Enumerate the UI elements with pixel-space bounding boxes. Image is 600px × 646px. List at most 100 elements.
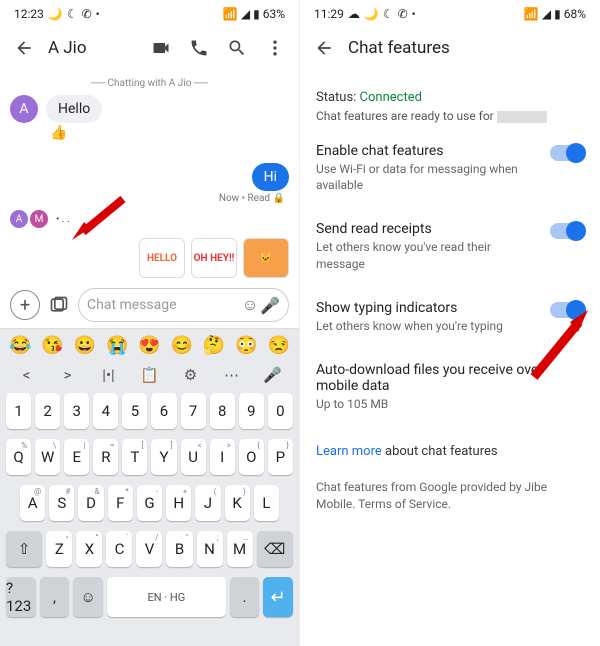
comma-key[interactable]: ,	[40, 577, 70, 617]
message-reaction[interactable]: 👍	[50, 125, 289, 141]
key-U[interactable]: U<	[181, 439, 206, 475]
chat-title: A Jio	[48, 38, 137, 58]
toggle-switch[interactable]	[550, 302, 584, 318]
keyboard-tool[interactable]: ⋯	[219, 366, 245, 384]
key-C[interactable]: C`	[106, 531, 132, 567]
key-I[interactable]: I>	[210, 439, 235, 475]
mic-button[interactable]: 🎤	[260, 296, 280, 315]
compose-bar: + Chat message ☺ 🎤	[0, 282, 299, 328]
emoji-suggestion[interactable]: 😭	[106, 335, 128, 356]
key-A[interactable]: A@	[20, 485, 45, 521]
back-button[interactable]	[310, 34, 338, 62]
emoji-suggestion[interactable]: 🤔	[203, 335, 225, 356]
key-H[interactable]: H+	[166, 485, 191, 521]
key-T[interactable]: T[	[122, 439, 147, 475]
learn-more-line: Learn more about chat features	[316, 444, 584, 459]
key-8[interactable]: 8	[210, 393, 235, 429]
voice-call-button[interactable]	[185, 34, 213, 62]
messages-chat-pane: 12:23 🌙 ☾ ✆ • 📶 ◢ ▮ 63% A Jio	[0, 0, 300, 646]
gallery-button[interactable]	[46, 292, 72, 318]
toggle-switch[interactable]	[550, 145, 584, 161]
setting-auto-download[interactable]: Auto-download files you receive over mob…	[316, 348, 584, 426]
video-call-button[interactable]	[147, 34, 175, 62]
key-0[interactable]: 0	[268, 393, 293, 429]
chat-header: A Jio	[0, 24, 299, 72]
symbols-key[interactable]: ?123	[6, 577, 36, 617]
key-9[interactable]: 9	[239, 393, 264, 429]
emoji-suggestion[interactable]: 😳	[235, 335, 257, 356]
emoji-suggestion[interactable]: 😊	[171, 335, 193, 356]
emoji-suggestion[interactable]: 😒	[268, 335, 290, 356]
moon-icon: 🌙	[364, 7, 379, 21]
number-row: 1234567890	[0, 388, 299, 434]
key-B[interactable]: B"	[166, 531, 192, 567]
key-V[interactable]: V/	[136, 531, 162, 567]
key-J[interactable]: J(	[195, 485, 220, 521]
keyboard-tool[interactable]: 📋	[137, 366, 163, 384]
keyboard-tool[interactable]: |•|	[96, 366, 122, 384]
toggle-switch[interactable]	[550, 223, 584, 239]
keyboard-tool[interactable]: <	[14, 366, 40, 384]
key-L[interactable]: L	[254, 485, 279, 521]
key-4[interactable]: 4	[93, 393, 118, 429]
key-P[interactable]: P}	[268, 439, 293, 475]
outgoing-bubble[interactable]: Hi	[252, 163, 289, 191]
key-O[interactable]: O{	[239, 439, 264, 475]
key-N[interactable]: N;	[197, 531, 223, 567]
key-F[interactable]: F*	[108, 485, 133, 521]
emoji-suggestion[interactable]: 😍	[138, 335, 160, 356]
keyboard-tool[interactable]: 🎤	[260, 366, 286, 384]
key-5[interactable]: 5	[122, 393, 147, 429]
key-K[interactable]: K)	[225, 485, 250, 521]
battery-text: 68%	[564, 7, 586, 21]
key-G[interactable]: G-	[137, 485, 162, 521]
shift-key[interactable]: ⇧	[6, 531, 42, 567]
key-1[interactable]: 1	[6, 393, 31, 429]
emoji-suggestion[interactable]: 😀	[74, 335, 96, 356]
keyboard-tool[interactable]: ⚙	[178, 366, 204, 384]
chat-scroll-area[interactable]: ── Chatting with A Jio ── A Hello 👍 Hi N…	[0, 72, 299, 232]
emoji-suggestion[interactable]: 😘	[41, 335, 63, 356]
enter-key[interactable]: ↵	[263, 577, 293, 617]
emoji-key[interactable]: ☺	[73, 577, 103, 617]
key-M[interactable]: M…	[227, 531, 253, 567]
setting-read-receipts[interactable]: Send read receipts Let others know you'v…	[316, 207, 584, 285]
keyboard-tool[interactable]: >	[55, 366, 81, 384]
typing-dots-icon: •․․	[56, 214, 72, 225]
overflow-menu-button[interactable]	[261, 34, 289, 62]
setting-subtitle: Up to 105 MB	[316, 396, 578, 412]
key-W[interactable]: W\	[35, 439, 60, 475]
attach-button[interactable]: +	[10, 290, 40, 320]
key-Z[interactable]: Z•	[46, 531, 72, 567]
settings-scroll-area[interactable]: Status: Connected Chat features are read…	[300, 72, 600, 521]
emoji-button[interactable]: ☺	[240, 295, 260, 315]
setting-typing-indicators[interactable]: Show typing indicators Let others know w…	[316, 286, 584, 348]
key-S[interactable]: S#	[49, 485, 74, 521]
back-button[interactable]	[10, 34, 38, 62]
carrier-icon: ✆	[82, 7, 92, 21]
backspace-key[interactable]: ⌫	[257, 531, 293, 567]
key-R[interactable]: R=	[93, 439, 118, 475]
sticker-item[interactable]: 🐱	[243, 238, 289, 278]
key-3[interactable]: 3	[64, 393, 89, 429]
sticker-item[interactable]: OH HEY!!	[191, 238, 237, 278]
key-7[interactable]: 7	[181, 393, 206, 429]
key-Q[interactable]: Q%	[6, 439, 31, 475]
emoji-suggestion[interactable]: 😂	[9, 335, 31, 356]
key-X[interactable]: X°	[76, 531, 102, 567]
period-key[interactable]: .	[230, 577, 260, 617]
key-E[interactable]: E|	[64, 439, 89, 475]
key-6[interactable]: 6	[151, 393, 176, 429]
learn-more-link[interactable]: Learn more	[316, 444, 382, 459]
key-2[interactable]: 2	[35, 393, 60, 429]
key-D[interactable]: D&	[78, 485, 103, 521]
key-Y[interactable]: Y]	[151, 439, 176, 475]
emoji-suggestion-row: 😂 😘 😀 😭 😍 😊 🤔 😳 😒	[0, 329, 299, 362]
incoming-bubble[interactable]: Hello	[46, 95, 102, 123]
contact-avatar[interactable]: A	[10, 95, 38, 123]
space-key[interactable]: EN · HG	[107, 577, 226, 617]
search-button[interactable]	[223, 34, 251, 62]
sticker-item[interactable]: HELLO	[139, 238, 185, 278]
setting-enable-chat[interactable]: Enable chat features Use Wi-Fi or data f…	[316, 129, 584, 207]
message-input[interactable]: Chat message ☺ 🎤	[78, 288, 289, 322]
